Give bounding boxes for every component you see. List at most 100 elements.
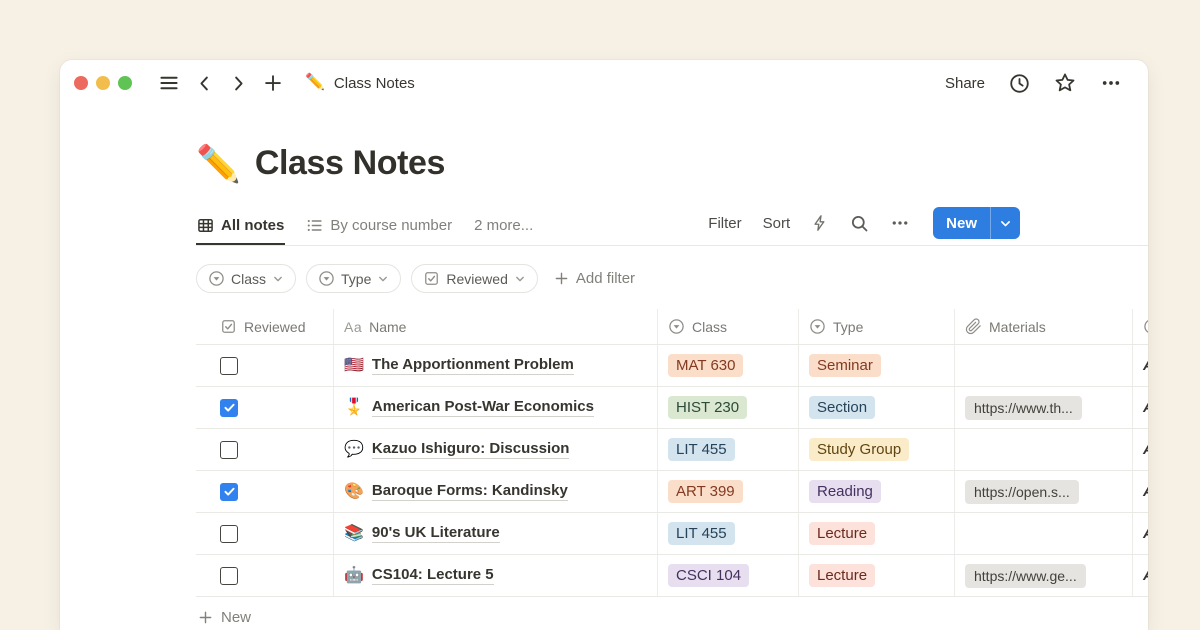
type-tag[interactable]: Seminar bbox=[809, 354, 881, 377]
reviewed-checkbox[interactable] bbox=[220, 525, 238, 543]
type-tag[interactable]: Section bbox=[809, 396, 875, 419]
note-emoji-icon: 🎖️ bbox=[344, 400, 364, 416]
class-tag[interactable]: HIST 230 bbox=[668, 396, 747, 419]
note-title-link[interactable]: The Apportionment Problem bbox=[372, 356, 574, 375]
class-tag[interactable]: LIT 455 bbox=[668, 522, 735, 545]
class-tag[interactable]: CSCI 104 bbox=[668, 564, 749, 587]
page-emoji-icon: ✏️ bbox=[305, 75, 325, 91]
column-header-reviewed[interactable]: Reviewed bbox=[196, 309, 334, 344]
filter-chip-class[interactable]: Class bbox=[196, 264, 296, 293]
note-title-cell[interactable]: 🎖️ American Post-War Economics bbox=[344, 398, 594, 417]
automation-bolt-icon[interactable] bbox=[811, 214, 829, 232]
zoom-window-button[interactable] bbox=[118, 76, 132, 90]
select-icon bbox=[208, 270, 225, 287]
checkbox-icon bbox=[423, 270, 440, 287]
page-title-text[interactable]: Class Notes bbox=[255, 144, 445, 183]
new-page-icon[interactable] bbox=[263, 73, 283, 93]
page-title: ✏️ Class Notes bbox=[196, 144, 1148, 183]
partial-cell-text: A bbox=[1143, 357, 1148, 374]
reviewed-checkbox[interactable] bbox=[220, 357, 238, 375]
note-title-cell[interactable]: 💬Kazuo Ishiguro: Discussion bbox=[344, 440, 569, 459]
notes-table: Reviewed AaNameClassType Materials 🇺🇸The A… bbox=[196, 309, 1148, 630]
add-row-label: New bbox=[221, 609, 251, 626]
sidebar-menu-icon[interactable] bbox=[158, 72, 180, 94]
view-tab-by-course-number[interactable]: By course number bbox=[305, 208, 453, 245]
new-dropdown-chevron-icon[interactable] bbox=[991, 207, 1020, 239]
materials-url-chip[interactable]: https://open.s... bbox=[965, 480, 1079, 504]
breadcrumb-title: Class Notes bbox=[334, 75, 415, 92]
more-options-icon[interactable] bbox=[1100, 72, 1122, 94]
note-title-link[interactable]: Kazuo Ishiguro: Discussion bbox=[372, 440, 570, 459]
new-button-label[interactable]: New bbox=[933, 207, 990, 239]
column-header-name[interactable]: AaName bbox=[334, 309, 658, 344]
note-title-cell[interactable]: 🤖CS104: Lecture 5 bbox=[344, 566, 494, 585]
view-tabs: All notes By course number 2 more... bbox=[196, 208, 534, 245]
column-header-label: Reviewed bbox=[244, 319, 305, 335]
note-title-cell[interactable]: 🇺🇸The Apportionment Problem bbox=[344, 356, 574, 375]
favorite-star-icon[interactable] bbox=[1054, 72, 1076, 94]
note-title-link[interactable]: American Post-War Economics bbox=[372, 398, 594, 417]
select-icon bbox=[668, 318, 685, 335]
type-tag[interactable]: Lecture bbox=[809, 522, 875, 545]
add-row-button[interactable]: New bbox=[196, 597, 1148, 630]
column-header-partial[interactable] bbox=[1133, 309, 1148, 344]
note-title-cell[interactable]: 🎨Baroque Forms: Kandinsky bbox=[344, 482, 568, 501]
sort-button[interactable]: Sort bbox=[763, 215, 791, 232]
page-title-emoji-icon[interactable]: ✏️ bbox=[196, 146, 241, 182]
close-window-button[interactable] bbox=[74, 76, 88, 90]
class-tag[interactable]: LIT 455 bbox=[668, 438, 735, 461]
select-icon bbox=[1143, 318, 1148, 335]
new-button[interactable]: New bbox=[933, 207, 1020, 239]
view-tab-2-more-[interactable]: 2 more... bbox=[473, 208, 534, 245]
updates-clock-icon[interactable] bbox=[1009, 73, 1030, 94]
column-header-class[interactable]: Class bbox=[658, 309, 799, 344]
search-icon[interactable] bbox=[850, 214, 869, 233]
view-toolbar: Filter Sort New bbox=[708, 207, 1020, 245]
reviewed-checkbox[interactable] bbox=[220, 567, 238, 585]
note-title-link[interactable]: CS104: Lecture 5 bbox=[372, 566, 494, 585]
select-icon bbox=[318, 270, 335, 287]
app-window: ✏️ Class Notes Share ✏️ Class Notes All … bbox=[60, 60, 1148, 630]
minimize-window-button[interactable] bbox=[96, 76, 110, 90]
type-tag[interactable]: Study Group bbox=[809, 438, 909, 461]
materials-url-chip[interactable]: https://www.ge... bbox=[965, 564, 1086, 588]
partial-cell-text: A bbox=[1143, 483, 1148, 500]
partial-cell-text: A bbox=[1143, 567, 1148, 584]
class-tag[interactable]: ART 399 bbox=[668, 480, 743, 503]
column-header-type[interactable]: Type bbox=[799, 309, 955, 344]
reviewed-checkbox[interactable] bbox=[220, 399, 238, 417]
column-header-label: Materials bbox=[989, 319, 1046, 335]
view-tab-label: All notes bbox=[221, 217, 284, 234]
note-title-link[interactable]: 90's UK Literature bbox=[372, 524, 500, 543]
view-tab-all-notes[interactable]: All notes bbox=[196, 208, 285, 245]
chevron-down-icon bbox=[377, 273, 389, 285]
filter-chip-reviewed[interactable]: Reviewed bbox=[411, 264, 537, 293]
add-filter-button[interactable]: Add filter bbox=[554, 270, 635, 287]
type-tag[interactable]: Reading bbox=[809, 480, 881, 503]
table-body: 🇺🇸The Apportionment Problem MAT 630 Semina… bbox=[196, 345, 1148, 597]
checkbox-icon bbox=[220, 318, 237, 335]
share-button[interactable]: Share bbox=[945, 75, 985, 92]
breadcrumb[interactable]: ✏️ Class Notes bbox=[305, 75, 415, 92]
class-tag[interactable]: MAT 630 bbox=[668, 354, 743, 377]
add-filter-label: Add filter bbox=[576, 270, 635, 287]
view-more-icon[interactable] bbox=[890, 213, 910, 233]
back-icon[interactable] bbox=[195, 74, 214, 93]
materials-url-chip[interactable]: https://www.th... bbox=[965, 396, 1082, 420]
filter-chip-label: Type bbox=[341, 271, 371, 287]
type-tag[interactable]: Lecture bbox=[809, 564, 875, 587]
table-row: 🇺🇸The Apportionment Problem MAT 630 Semina… bbox=[196, 345, 1148, 387]
reviewed-checkbox[interactable] bbox=[220, 483, 238, 501]
column-header-materials[interactable]: Materials bbox=[955, 309, 1133, 344]
note-title-link[interactable]: Baroque Forms: Kandinsky bbox=[372, 482, 568, 501]
filter-button[interactable]: Filter bbox=[708, 215, 741, 232]
filter-row: Class Type Reviewed Add filter bbox=[196, 264, 1148, 293]
note-title-cell[interactable]: 📚 90's UK Literature bbox=[344, 524, 500, 543]
tabs-divider bbox=[196, 245, 1148, 246]
filter-chip-type[interactable]: Type bbox=[306, 264, 401, 293]
reviewed-checkbox[interactable] bbox=[220, 441, 238, 459]
forward-icon[interactable] bbox=[229, 74, 248, 93]
table-row: 📚90's UK LiteratureLIT 455LectureA bbox=[196, 513, 1148, 555]
note-emoji-icon: 📚 bbox=[344, 526, 364, 542]
table-row: 🎖️ American Post-War Economics HIST 230 Sec… bbox=[196, 387, 1148, 429]
